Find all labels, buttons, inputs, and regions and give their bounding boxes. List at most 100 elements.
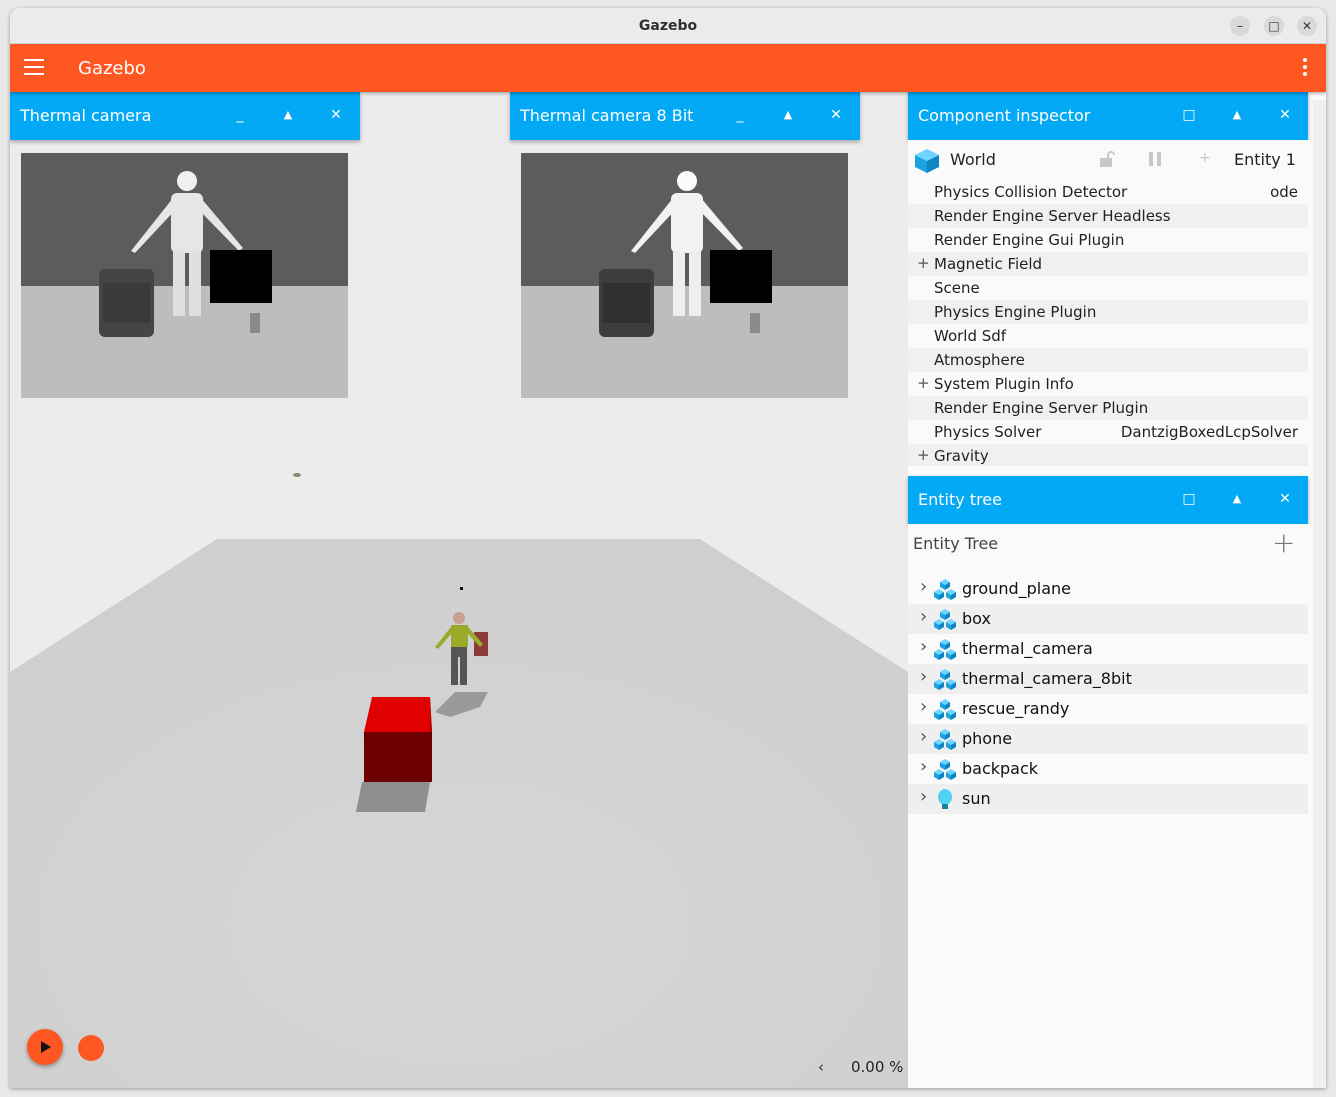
model-icon — [934, 759, 956, 780]
move-up-panel-button[interactable]: ▲ — [1226, 104, 1248, 126]
app-bar: Gazebo — [10, 44, 1326, 92]
app-title: Gazebo — [78, 58, 146, 79]
chevron-right-icon[interactable]: › — [920, 576, 927, 597]
entity-tree-item-label: thermal_camera — [962, 639, 1093, 658]
add-entity-button[interactable]: + — [1272, 526, 1295, 559]
entity-tree-header: Entity tree □ ▲ ✕ — [908, 476, 1308, 524]
play-icon — [41, 1041, 51, 1053]
window-titlebar: Gazebo – □ ✕ — [10, 8, 1326, 44]
minimize-panel-button[interactable]: _ — [729, 104, 751, 126]
app-window: Gazebo – □ ✕ Gazebo Thermal camera _ ▲ ✕… — [10, 8, 1326, 1088]
chevron-right-icon[interactable]: › — [920, 636, 927, 657]
entity-tree-item-label: thermal_camera_8bit — [962, 669, 1132, 688]
scrollbar[interactable] — [1313, 100, 1326, 1088]
entity-tree-item[interactable]: › thermal_camera_8bit — [908, 664, 1308, 694]
close-panel-button[interactable]: ✕ — [325, 104, 347, 126]
chevron-right-icon[interactable]: › — [920, 756, 927, 777]
component-inspector-body: World + Entity 1 Physics Collision Detec… — [908, 140, 1310, 466]
expand-stats-button[interactable]: ‹ — [818, 1058, 824, 1076]
entity-tree-title: Entity tree — [918, 490, 1002, 509]
model-icon — [934, 669, 956, 690]
expand-icon[interactable]: + — [917, 254, 930, 272]
play-button[interactable] — [27, 1029, 63, 1065]
entity-tree-item-label: phone — [962, 729, 1013, 748]
inspector-row-label: Scene — [934, 279, 980, 297]
entity-tree-item[interactable]: › ground_plane — [908, 574, 1308, 604]
entity-tree-item-label: backpack — [962, 759, 1039, 778]
entity-tree-item[interactable]: › thermal_camera — [908, 634, 1308, 664]
inspector-row-label: Atmosphere — [934, 351, 1025, 369]
entity-tree-item-label: ground_plane — [962, 579, 1071, 598]
right-dock: Component inspector □ ▲ ✕ World + Entity… — [908, 92, 1326, 1088]
maximize-panel-button[interactable]: □ — [1178, 488, 1200, 510]
inspector-row-label: Physics Engine Plugin — [934, 303, 1097, 321]
move-up-panel-button[interactable]: ▲ — [777, 104, 799, 126]
hamburger-icon[interactable] — [24, 59, 44, 75]
world-cube-icon — [915, 149, 939, 173]
inspector-row-label: World Sdf — [934, 327, 1007, 345]
inspector-row-label: Physics Collision Detector — [934, 183, 1128, 201]
inspector-row[interactable]: + Gravity — [908, 444, 1308, 466]
inspector-row: Physics Engine Plugin — [908, 300, 1308, 324]
entity-tree-item[interactable]: › sun — [908, 784, 1308, 814]
entity-tree-item[interactable]: › box — [908, 604, 1308, 634]
expand-icon[interactable]: + — [917, 374, 930, 392]
unlock-icon[interactable] — [1098, 150, 1116, 168]
model-icon — [934, 639, 956, 660]
minimize-window-button[interactable]: – — [1230, 16, 1250, 36]
maximize-window-button[interactable]: □ — [1264, 16, 1284, 36]
move-up-panel-button[interactable]: ▲ — [1226, 488, 1248, 510]
step-button[interactable] — [78, 1035, 104, 1061]
close-window-button[interactable]: ✕ — [1297, 16, 1317, 36]
chevron-right-icon[interactable]: › — [920, 696, 927, 717]
thermal-camera-panel-header: Thermal camera _ ▲ ✕ — [10, 92, 360, 140]
entity-tree-body: Entity Tree + › ground_plane › box › thermal_… — [908, 524, 1310, 1088]
chevron-right-icon[interactable]: › — [920, 606, 927, 627]
model-icon — [934, 609, 956, 630]
inspector-entity-header: World + Entity 1 — [908, 140, 1308, 178]
model-icon — [934, 699, 956, 720]
expand-icon[interactable]: + — [917, 446, 930, 464]
inspector-row: Atmosphere — [908, 348, 1308, 372]
entity-name: World — [950, 150, 996, 169]
thermal-camera-image — [21, 153, 348, 398]
inspector-row[interactable]: + Magnetic Field — [908, 252, 1308, 276]
entity-tree-item[interactable]: › phone — [908, 724, 1308, 754]
add-component-button[interactable]: + — [1199, 150, 1211, 166]
red-box-model — [364, 697, 432, 782]
close-panel-button[interactable]: ✕ — [1274, 488, 1296, 510]
move-up-panel-button[interactable]: ▲ — [277, 104, 299, 126]
entity-tree-item-label: sun — [962, 789, 991, 808]
inspector-row-label: Magnetic Field — [934, 255, 1043, 273]
inspector-row-label: Render Engine Server Headless — [934, 207, 1171, 225]
inspector-row-label: System Plugin Info — [934, 375, 1074, 393]
thermal-camera-8bit-panel-title: Thermal camera 8 Bit — [520, 106, 694, 125]
close-panel-button[interactable]: ✕ — [825, 104, 847, 126]
inspector-row-label: Physics Solver — [934, 423, 1042, 441]
inspector-row[interactable]: + System Plugin Info — [908, 372, 1308, 396]
close-panel-button[interactable]: ✕ — [1274, 104, 1296, 126]
maximize-panel-button[interactable]: □ — [1178, 104, 1200, 126]
window-title: Gazebo — [638, 18, 698, 34]
pause-icon[interactable] — [1146, 150, 1164, 168]
minimize-panel-button[interactable]: _ — [229, 104, 251, 126]
chevron-right-icon[interactable]: › — [920, 726, 927, 747]
chevron-right-icon[interactable]: › — [920, 666, 927, 687]
component-inspector-title: Component inspector — [918, 106, 1091, 125]
entity-id: Entity 1 — [1234, 150, 1296, 169]
inspector-row: Scene — [908, 276, 1308, 300]
model-icon — [934, 579, 956, 600]
thermal-camera-8bit-image — [521, 153, 848, 398]
inspector-row: Physics Solver DantzigBoxedLcpSolver — [908, 420, 1308, 444]
real-time-factor: 0.00 % — [851, 1058, 904, 1076]
component-inspector-header: Component inspector □ ▲ ✕ — [908, 92, 1308, 140]
inspector-row: Render Engine Gui Plugin — [908, 228, 1308, 252]
inspector-row: Render Engine Server Headless — [908, 204, 1308, 228]
entity-tree-item[interactable]: › backpack — [908, 754, 1308, 784]
thermal-camera-panel-title: Thermal camera — [20, 106, 152, 125]
thermal-camera-8bit-panel-header: Thermal camera 8 Bit _ ▲ ✕ — [510, 92, 860, 140]
entity-tree-item[interactable]: › rescue_randy — [908, 694, 1308, 724]
kebab-icon[interactable] — [1302, 58, 1308, 78]
chevron-right-icon[interactable]: › — [920, 786, 927, 807]
scene-3d-view[interactable]: Thermal camera _ ▲ ✕ Thermal camera 8 Bi… — [10, 92, 908, 1088]
